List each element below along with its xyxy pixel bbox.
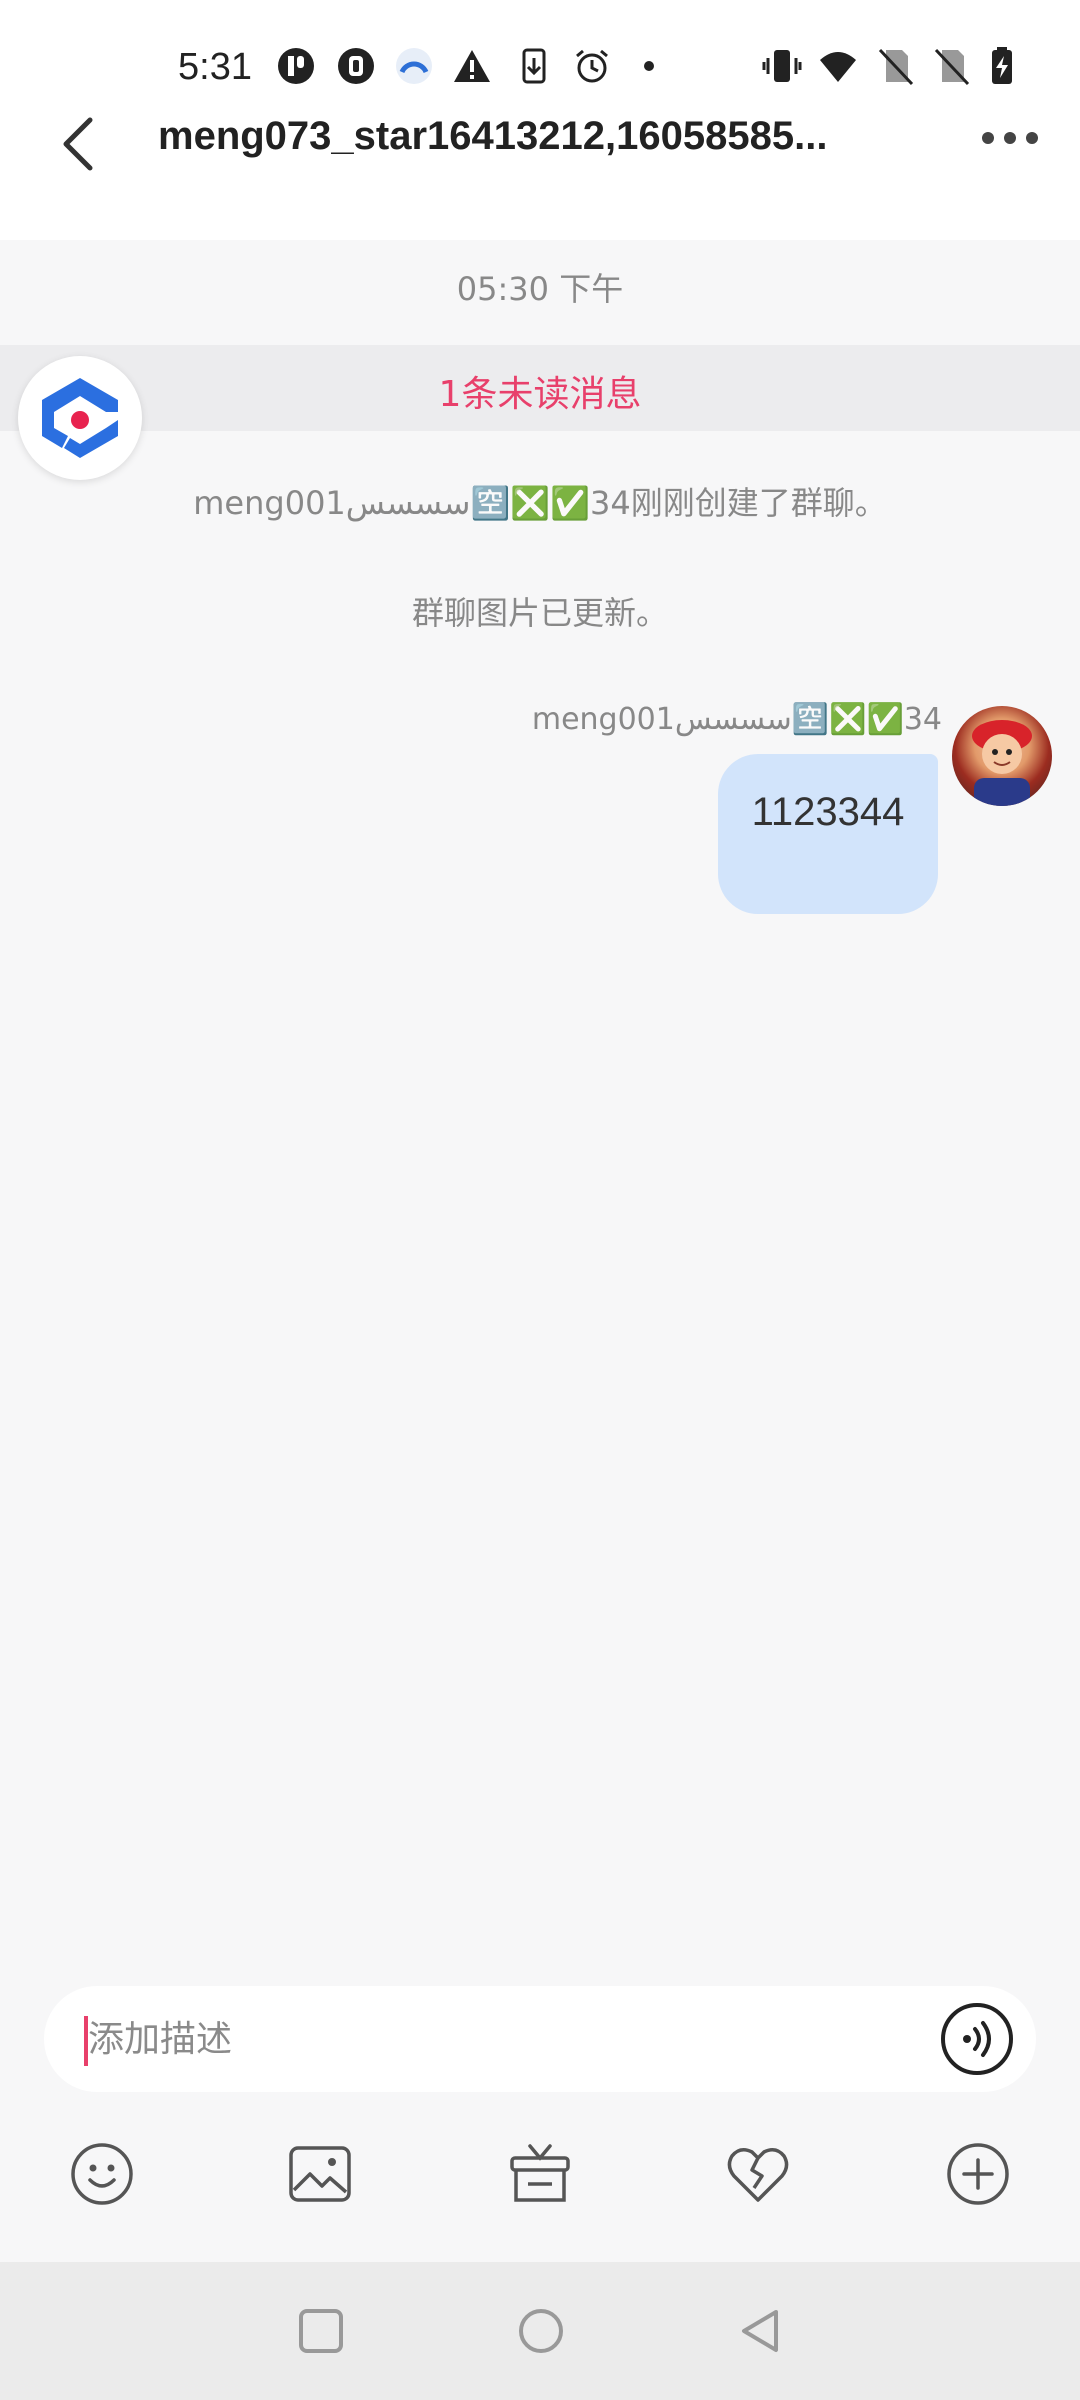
alarm-icon: [572, 46, 612, 86]
image-icon: [289, 2146, 351, 2202]
recent-apps-icon: [299, 2309, 343, 2353]
app-circle-icon: [394, 46, 434, 86]
nav-back-button[interactable]: [736, 2306, 786, 2356]
gift-icon: [510, 2144, 570, 2202]
more-actions-button[interactable]: [944, 2140, 1012, 2208]
message-input[interactable]: [88, 2006, 888, 2072]
wifi-icon: [818, 46, 858, 86]
message-input-box[interactable]: [44, 1986, 1036, 2092]
chat-title[interactable]: meng073_star16413212,16058585...: [158, 114, 918, 159]
unread-banner[interactable]: 1条未读消息: [0, 345, 1080, 431]
emoji-icon: [71, 2143, 133, 2205]
system-message-group-created: meng001سسسس🈳❎✅34刚刚创建了群聊。: [193, 484, 887, 522]
dot-icon: [634, 46, 674, 86]
status-time: 5:31: [178, 46, 252, 88]
warning-icon: [452, 46, 492, 86]
message-sender-name: meng001سسسس🈳❎✅34: [531, 702, 942, 737]
heart-broken-icon: [727, 2148, 789, 2202]
gift-button[interactable]: [506, 2140, 574, 2208]
chat-toolbar: [0, 2126, 1080, 2220]
image-button[interactable]: [286, 2140, 354, 2208]
more-dots-icon: [982, 132, 1038, 144]
emoji-button[interactable]: [68, 2140, 136, 2208]
plus-icon: [947, 2143, 1009, 2205]
heart-button[interactable]: [724, 2140, 792, 2208]
back-arrow-icon: [63, 117, 93, 171]
system-nav-bar: [0, 2262, 1080, 2400]
message-text: 1123344: [751, 790, 905, 834]
message-timestamp: 05:30 下午: [456, 270, 624, 308]
avatar[interactable]: [952, 706, 1052, 806]
more-options-button[interactable]: [980, 126, 1040, 150]
no-sim-2-icon: [932, 46, 972, 86]
app-logo-icon: [42, 378, 118, 458]
voice-input-button[interactable]: [940, 2002, 1014, 2076]
vibrate-icon: [762, 46, 802, 86]
app-p-icon: [276, 46, 316, 86]
message-bubble[interactable]: 1123344: [718, 754, 938, 914]
system-message-photo-updated: 群聊图片已更新。: [411, 594, 668, 632]
avatar-image: [972, 720, 1032, 806]
battery-charging-icon: [982, 46, 1022, 86]
voice-icon: [941, 2003, 1013, 2075]
download-icon: [514, 46, 554, 86]
unread-banner-label: 1条未读消息: [438, 374, 642, 415]
home-icon: [519, 2309, 563, 2353]
back-button[interactable]: [52, 112, 104, 176]
home-button[interactable]: [516, 2306, 566, 2356]
recent-apps-button[interactable]: [296, 2306, 346, 2356]
floating-app-button[interactable]: [18, 356, 142, 480]
no-sim-icon: [876, 46, 916, 86]
chat-header: meng073_star16413212,16058585...: [0, 100, 1080, 240]
app-shield-icon: [336, 46, 376, 86]
back-icon: [742, 2310, 778, 2352]
